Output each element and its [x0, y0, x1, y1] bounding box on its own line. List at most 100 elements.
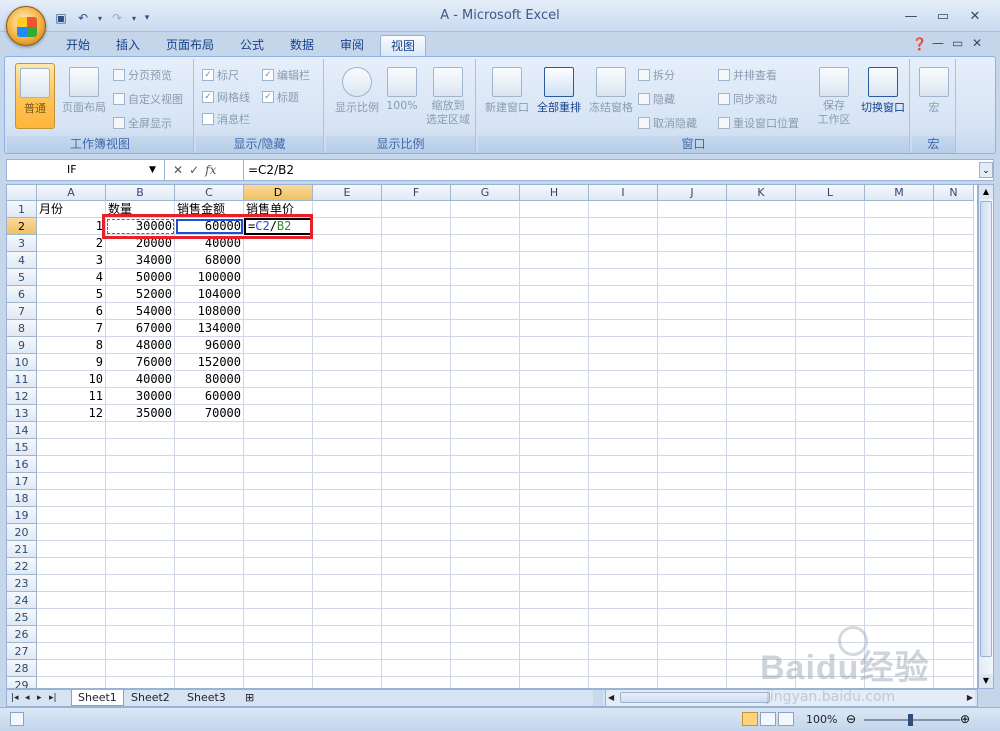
- cell[interactable]: [727, 592, 796, 609]
- cell[interactable]: [244, 371, 313, 388]
- cell[interactable]: [451, 252, 520, 269]
- side-by-side-button[interactable]: 并排查看: [718, 67, 777, 83]
- cell[interactable]: [727, 643, 796, 660]
- cell[interactable]: [865, 201, 934, 218]
- row-header[interactable]: 21: [7, 541, 37, 558]
- scroll-right-icon[interactable]: ▶: [967, 690, 973, 706]
- cell[interactable]: [796, 320, 865, 337]
- cell[interactable]: [934, 371, 974, 388]
- workbook-close-icon[interactable]: ✕: [972, 36, 982, 50]
- cell[interactable]: [175, 490, 244, 507]
- cell[interactable]: [175, 592, 244, 609]
- maximize-icon[interactable]: ▭: [930, 7, 956, 25]
- page-break-shortcut-icon[interactable]: [778, 712, 794, 726]
- cell[interactable]: [589, 456, 658, 473]
- cell[interactable]: [934, 337, 974, 354]
- cell[interactable]: [520, 252, 589, 269]
- cell[interactable]: [520, 201, 589, 218]
- cell[interactable]: [796, 388, 865, 405]
- cell[interactable]: [865, 388, 934, 405]
- data-cell[interactable]: 5: [37, 286, 106, 303]
- cell[interactable]: [727, 286, 796, 303]
- cell[interactable]: [589, 371, 658, 388]
- cell[interactable]: [865, 439, 934, 456]
- cell[interactable]: [451, 320, 520, 337]
- cell[interactable]: [796, 524, 865, 541]
- reset-window-position-button[interactable]: 重设窗口位置: [718, 115, 799, 131]
- cell[interactable]: [727, 541, 796, 558]
- cell[interactable]: [37, 541, 106, 558]
- cell[interactable]: [727, 626, 796, 643]
- data-cell[interactable]: 100000: [175, 269, 244, 286]
- cell[interactable]: [451, 388, 520, 405]
- new-window-button[interactable]: 新建窗口: [482, 63, 532, 129]
- header-cell[interactable]: 数量: [106, 201, 175, 218]
- cell[interactable]: [589, 303, 658, 320]
- data-cell[interactable]: 8: [37, 337, 106, 354]
- cell[interactable]: [244, 660, 313, 677]
- data-cell[interactable]: 104000: [175, 286, 244, 303]
- cell[interactable]: [658, 456, 727, 473]
- cell[interactable]: [934, 575, 974, 592]
- cell[interactable]: [244, 541, 313, 558]
- cell[interactable]: [37, 524, 106, 541]
- cell[interactable]: [451, 575, 520, 592]
- cell[interactable]: [865, 609, 934, 626]
- scroll-thumb[interactable]: [980, 201, 992, 657]
- cell[interactable]: [37, 473, 106, 490]
- cell[interactable]: [865, 677, 934, 688]
- cell[interactable]: [244, 405, 313, 422]
- cell[interactable]: [796, 490, 865, 507]
- cell[interactable]: [796, 286, 865, 303]
- cell[interactable]: [37, 456, 106, 473]
- cell[interactable]: [313, 354, 382, 371]
- row-header[interactable]: 11: [7, 371, 37, 388]
- cell[interactable]: [520, 592, 589, 609]
- cell[interactable]: [934, 303, 974, 320]
- sheet-tab-sheet1[interactable]: Sheet1: [71, 690, 124, 706]
- save-workspace-button[interactable]: 保存 工作区: [812, 63, 856, 135]
- cell[interactable]: [520, 371, 589, 388]
- cell[interactable]: [313, 490, 382, 507]
- cell[interactable]: [934, 541, 974, 558]
- cell[interactable]: [934, 643, 974, 660]
- data-cell[interactable]: 20000: [106, 235, 175, 252]
- cell[interactable]: [589, 490, 658, 507]
- cell[interactable]: [451, 235, 520, 252]
- cell[interactable]: [382, 473, 451, 490]
- cell[interactable]: [658, 235, 727, 252]
- row-header[interactable]: 6: [7, 286, 37, 303]
- cell[interactable]: [934, 660, 974, 677]
- cell[interactable]: [934, 269, 974, 286]
- cell[interactable]: [658, 371, 727, 388]
- cell[interactable]: [796, 201, 865, 218]
- tab-review[interactable]: 审阅: [330, 35, 374, 56]
- cell[interactable]: [865, 286, 934, 303]
- row-header[interactable]: 24: [7, 592, 37, 609]
- sheet-nav-first-icon[interactable]: |◂: [9, 690, 21, 706]
- cell[interactable]: [520, 626, 589, 643]
- cell[interactable]: [934, 201, 974, 218]
- cell[interactable]: [382, 201, 451, 218]
- cell[interactable]: [658, 354, 727, 371]
- cell[interactable]: [589, 609, 658, 626]
- cell[interactable]: [313, 456, 382, 473]
- cell[interactable]: [934, 252, 974, 269]
- page-layout-view-button[interactable]: 页面布局: [59, 63, 109, 129]
- headings-checkbox[interactable]: ✓ 标题: [262, 89, 299, 105]
- cell[interactable]: [313, 269, 382, 286]
- cell[interactable]: [382, 218, 451, 235]
- cell[interactable]: [451, 473, 520, 490]
- cell[interactable]: [865, 490, 934, 507]
- data-cell[interactable]: 67000: [106, 320, 175, 337]
- row-header[interactable]: 8: [7, 320, 37, 337]
- cell[interactable]: [382, 252, 451, 269]
- enter-icon[interactable]: ✓: [189, 163, 199, 177]
- cell[interactable]: [244, 269, 313, 286]
- formula-bar-checkbox[interactable]: ✓ 编辑栏: [262, 67, 310, 83]
- cell[interactable]: [175, 575, 244, 592]
- column-header-f[interactable]: F: [382, 185, 451, 201]
- cell[interactable]: [727, 422, 796, 439]
- cell[interactable]: [796, 473, 865, 490]
- cell[interactable]: [589, 337, 658, 354]
